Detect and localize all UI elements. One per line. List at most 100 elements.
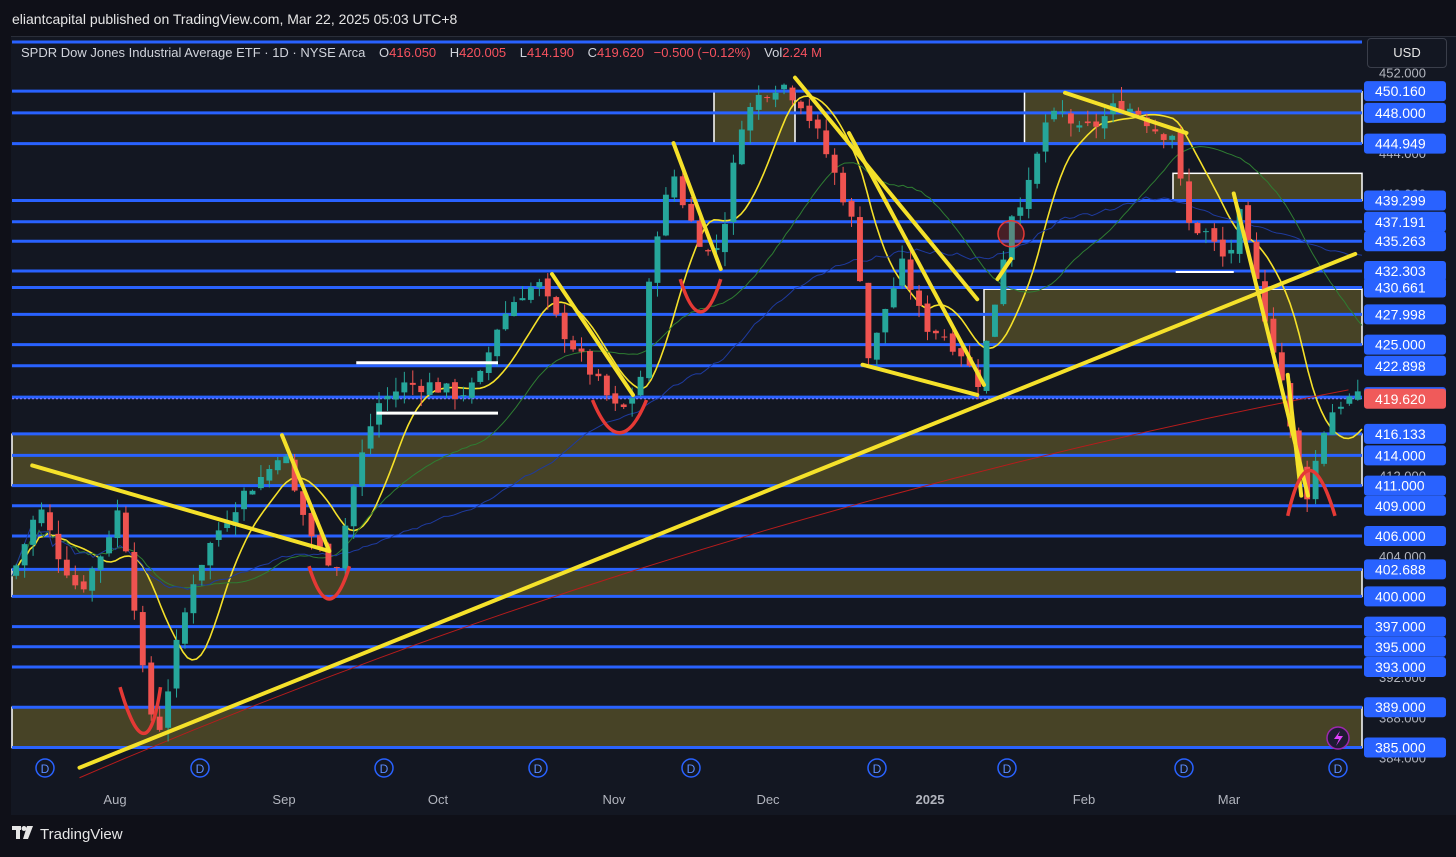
volume-value: 2.24 M	[782, 45, 822, 60]
time-axis-label: Feb	[1073, 792, 1095, 807]
candle-body	[1194, 222, 1201, 234]
candle-body	[215, 530, 222, 540]
level-price-label: 409.000	[1375, 498, 1426, 514]
candle-body	[435, 382, 442, 393]
candle-body	[1337, 406, 1344, 409]
rounded-bottom-arc-3	[678, 278, 723, 314]
candle-body	[1346, 396, 1353, 404]
candle	[882, 308, 889, 344]
candle-body	[502, 313, 509, 330]
candle-body	[1211, 228, 1218, 242]
candle-body	[831, 154, 838, 173]
candle	[865, 282, 872, 365]
candle-body	[55, 533, 62, 560]
candle-body	[1076, 125, 1083, 128]
time-axis-label: Oct	[428, 792, 449, 807]
candle-body	[401, 382, 408, 393]
candle	[435, 377, 442, 393]
candle-body	[696, 220, 703, 247]
time-axis-label: Dec	[756, 792, 780, 807]
level-price-label: 411.000	[1375, 478, 1425, 494]
candle	[916, 285, 922, 318]
price-chart[interactable]: 452.000448.000444.000440.000412.000404.0…	[0, 0, 1456, 857]
candle-body	[266, 469, 273, 481]
open-label: O	[379, 45, 390, 60]
candle-body	[207, 542, 214, 566]
candle	[401, 371, 408, 404]
candle-body	[392, 391, 399, 400]
time-axis-label: Mar	[1218, 792, 1241, 807]
candle	[1346, 393, 1353, 406]
candle-body	[764, 97, 771, 99]
candle-body	[333, 567, 340, 569]
level-price-label: 385.000	[1375, 740, 1426, 756]
candle-body	[452, 382, 458, 400]
highlight-circle-marker	[997, 220, 1025, 248]
candle-body	[772, 92, 779, 100]
candle-body	[367, 426, 374, 449]
candle-body	[907, 259, 914, 290]
high-label: H	[449, 45, 460, 60]
dividend-marker-label: D	[687, 762, 696, 776]
candle-body	[38, 509, 45, 524]
time-axis-label: Aug	[103, 792, 126, 807]
candle	[1211, 223, 1218, 251]
level-price-label: 448.000	[1375, 105, 1426, 121]
high-value: 420.005	[459, 45, 507, 60]
candle	[55, 520, 62, 573]
symbol-title: SPDR Dow Jones Industrial Average ETF · …	[21, 45, 366, 60]
candle	[873, 332, 880, 367]
candle-body	[1329, 412, 1336, 435]
candle-body	[511, 302, 517, 317]
candle	[468, 377, 475, 404]
candle	[249, 489, 256, 495]
candle-body	[257, 476, 264, 489]
level-price-label: 400.000	[1375, 588, 1426, 604]
candle	[637, 370, 644, 397]
level-price-label: 397.000	[1375, 619, 1426, 635]
candle	[392, 377, 399, 408]
trendline-4	[793, 75, 980, 302]
candle-body	[603, 375, 610, 396]
candle-body	[443, 383, 450, 393]
level-price-label: 427.998	[1375, 306, 1426, 322]
candle-body	[553, 297, 560, 315]
candle-body	[544, 278, 551, 297]
level-price-label: 450.160	[1375, 83, 1426, 99]
dividend-marker-label: D	[1334, 762, 1343, 776]
candle	[831, 148, 838, 185]
candle	[1354, 379, 1361, 401]
level-price-label: 393.000	[1375, 659, 1426, 675]
candle-body	[63, 559, 70, 576]
candle-body	[1228, 249, 1235, 254]
candle-body	[114, 510, 121, 539]
trendline-2	[77, 251, 1358, 770]
candle	[139, 605, 146, 673]
currency-button[interactable]: USD	[1367, 38, 1447, 68]
candle-body	[198, 564, 205, 581]
dividend-marker-label: D	[534, 762, 543, 776]
level-price-label: 432.303	[1375, 263, 1426, 279]
tradingview-brand[interactable]: TradingView	[12, 826, 123, 843]
candle-body	[1093, 121, 1100, 127]
candle-body	[89, 568, 96, 591]
volume-label: Vol	[764, 45, 783, 60]
tradingview-label: TradingView	[40, 826, 123, 843]
level-price-label: 422.898	[1375, 358, 1426, 374]
candle-body	[241, 490, 247, 510]
close-value: 419.620	[597, 45, 645, 60]
candle	[814, 114, 821, 139]
level-price-label: 395.000	[1375, 639, 1426, 655]
candle	[1025, 167, 1032, 219]
candle	[131, 542, 138, 620]
supply-demand-zone-3	[713, 90, 796, 144]
candle-body	[857, 217, 863, 282]
candle-body	[1321, 432, 1327, 464]
candle-body	[781, 84, 787, 90]
candle	[1034, 151, 1041, 189]
candle-body	[789, 87, 796, 101]
candle	[587, 349, 593, 385]
candle-body	[899, 258, 906, 286]
candle	[857, 206, 863, 283]
candle-body	[1245, 205, 1252, 240]
